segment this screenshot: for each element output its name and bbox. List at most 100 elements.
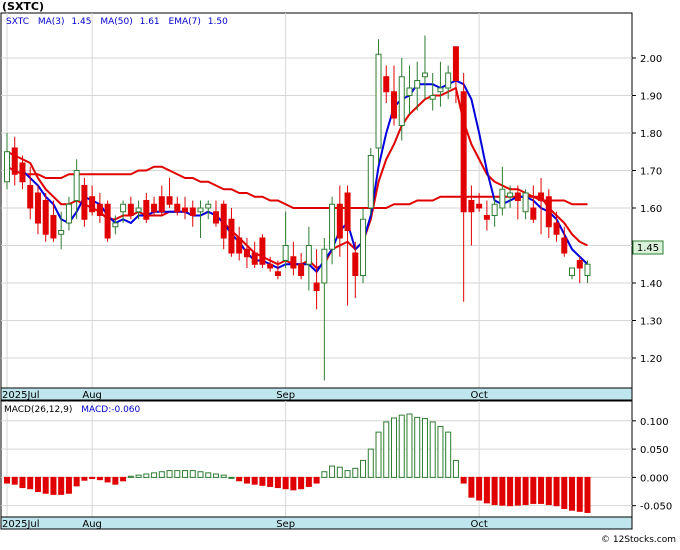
stock-chart: 1.20 1.30 1.40 1.50 1.60 1.70 1.80 1.90 2.00 202…	[0, 0, 680, 546]
macd-plot-frame	[0, 400, 633, 518]
macd-bar-positive	[437, 425, 444, 478]
macd-tick-label: -0.050	[640, 502, 672, 513]
macd-bar-positive	[360, 459, 367, 478]
candle-body-down	[267, 263, 274, 269]
macd-bar-negative	[58, 476, 65, 495]
macd-bar-positive	[228, 476, 235, 479]
macd-bar-positive	[391, 417, 397, 478]
macd-bar-positive	[421, 418, 428, 478]
candle-body-up	[429, 95, 436, 100]
candle-body-down	[166, 196, 173, 205]
macd-x-label: Sep	[276, 519, 295, 530]
price-y-axis: 1.201.301.401.501.601.701.801.902.00	[632, 54, 662, 365]
legend-ema7-label: EMA(7)	[169, 17, 201, 27]
legend-ma3-value: 1.45	[71, 17, 91, 27]
macd-bar-positive	[151, 472, 158, 478]
macd-bar-positive	[452, 459, 459, 478]
candle-body-down	[352, 252, 359, 276]
macd-bar-negative	[96, 476, 103, 481]
candle	[259, 234, 266, 268]
candle	[375, 39, 382, 163]
candle-body-down	[89, 196, 96, 213]
candle-body-down	[236, 237, 243, 254]
macd-bar-negative	[81, 476, 88, 481]
price-tick-label: 1.70	[640, 167, 662, 178]
candle-body-down	[220, 203, 227, 239]
candle-body-up	[398, 76, 405, 126]
macd-bar-positive	[352, 467, 359, 478]
candle-body-down	[452, 46, 459, 81]
macd-bar-negative	[553, 476, 560, 507]
candle-body-down	[19, 162, 26, 183]
macd-bar-negative	[522, 476, 529, 506]
candle-body-down	[545, 196, 552, 228]
price-legend: SXTC MA(3) 1.45 MA(50) 1.61 EMA(7) 1.50	[6, 17, 228, 27]
macd-bar-positive	[158, 471, 165, 478]
macd-x-label: Aug	[82, 519, 102, 530]
macd-bar-positive	[383, 421, 390, 478]
macd-bar-positive	[429, 421, 436, 478]
candle-body-up	[120, 203, 127, 213]
candle-body-down	[212, 211, 219, 224]
macd-bar-positive	[367, 448, 374, 478]
candle-body-down	[143, 200, 150, 220]
candle-body-up	[58, 230, 65, 235]
macd-bar-positive	[329, 465, 336, 478]
candle-body-down	[189, 207, 196, 216]
candle-body-up	[65, 203, 72, 224]
candle-body-down	[476, 203, 483, 209]
macd-bar-negative	[274, 476, 281, 489]
candle	[360, 208, 367, 283]
price-plot-frame	[0, 12, 633, 389]
candle-body-down	[11, 147, 18, 175]
last-price-label: 1.45	[637, 243, 659, 254]
macd-bar-positive	[336, 466, 343, 478]
candle-body-down	[344, 192, 351, 231]
candle-body-down	[96, 203, 103, 216]
macd-bar-positive	[197, 471, 204, 478]
macd-bar-negative	[561, 476, 568, 510]
macd-panel: -0.050 0.000 0.050 0.100 2025Jul Aug Sep Oct M…	[0, 400, 672, 530]
candle	[104, 200, 111, 242]
macd-bar-negative	[290, 476, 297, 491]
candle-body-up	[491, 203, 498, 216]
price-tick-label: 1.80	[640, 129, 662, 140]
candle-body-down	[274, 271, 281, 276]
macd-bar-positive	[406, 413, 413, 478]
last-price-marker: 1.45	[632, 240, 664, 255]
macd-bar-positive	[182, 470, 189, 478]
candle-body-up	[205, 203, 212, 209]
candle-body-down	[158, 196, 165, 213]
candle	[367, 148, 374, 216]
macd-bar-negative	[569, 476, 576, 511]
macd-bar-positive	[220, 474, 227, 478]
macd-bar-negative	[243, 476, 250, 484]
macd-x-label: 2025Jul	[2, 519, 40, 530]
candle-body-down	[182, 207, 189, 213]
candle-body-down	[81, 185, 88, 220]
candle-body-down	[259, 237, 266, 265]
macd-bar-negative	[468, 476, 475, 498]
candle-body-up	[367, 155, 374, 209]
macd-bar-negative	[584, 476, 591, 513]
price-panel: 1.20 1.30 1.40 1.50 1.60 1.70 1.80 1.90 2.00 202…	[0, 12, 664, 401]
legend-ma50-label: MA(50)	[100, 17, 132, 27]
candle-body-up	[584, 263, 591, 276]
macd-bar-negative	[104, 476, 111, 483]
macd-bar-negative	[267, 476, 274, 487]
macd-bar-negative	[50, 476, 57, 495]
macd-bar-negative	[259, 476, 266, 486]
macd-bar-positive	[205, 472, 212, 478]
candle-body-up	[507, 192, 514, 198]
macd-bar-positive	[127, 475, 134, 478]
macd-bar-negative	[282, 476, 289, 490]
candle-body-down	[151, 203, 158, 213]
macd-bar-negative	[483, 476, 490, 504]
macd-bar-positive	[414, 416, 421, 478]
macd-bar-positive	[189, 470, 196, 478]
candle-body-down	[243, 248, 250, 258]
candle-body-up	[360, 218, 367, 276]
candle-body-up	[437, 87, 444, 93]
candle-body-down	[391, 91, 397, 119]
macd-bar-negative	[42, 476, 49, 494]
